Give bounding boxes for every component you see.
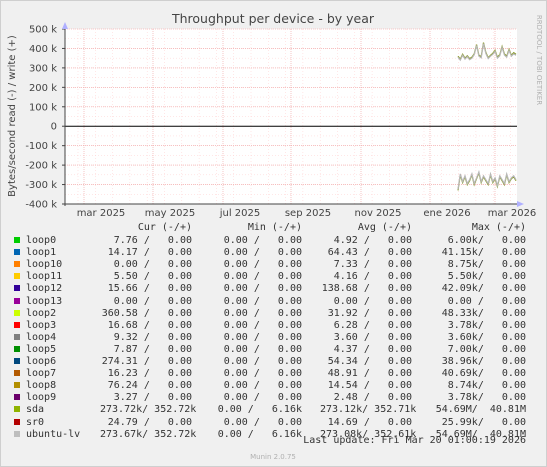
x-tick-label: may 2025	[145, 208, 195, 219]
x-tick-label: mar 2026	[488, 208, 537, 219]
y-tick-label: -100 k	[25, 141, 57, 152]
x-tick-label: sep 2025	[285, 208, 331, 219]
x-tick-label: jul 2025	[219, 208, 261, 219]
x-ticks: mar 2025 may 2025 jul 2025 sep 2025 nov 2025…	[77, 208, 537, 219]
rrdtool-credit: RRDTOOL / TOBI OETIKER	[535, 15, 543, 105]
y-tick-label: 500 k	[29, 25, 57, 36]
chart-title: Throughput per device - by year	[171, 11, 375, 26]
y-tick-label: -300 k	[25, 180, 57, 191]
y-tick-label: 400 k	[29, 44, 57, 55]
chart-svg: Throughput per device - by year Bytes/se…	[7, 11, 543, 461]
y-tick-label: 100 k	[29, 102, 57, 113]
y-tick-label: 0	[51, 122, 57, 133]
munin-version: Munin 2.0.75	[250, 453, 296, 461]
x-tick-label: mar 2025	[77, 208, 126, 219]
y-tick-label: 300 k	[29, 63, 57, 74]
x-axis-arrow	[517, 201, 524, 207]
y-tick-label: -200 k	[25, 161, 57, 172]
y-axis-arrow	[62, 22, 68, 29]
x-tick-label: ene 2026	[423, 208, 470, 219]
y-axis-label: Bytes/second read (-) / write (+)	[7, 35, 18, 197]
y-tick-label: -400 k	[25, 200, 57, 211]
x-tick-label: nov 2025	[354, 208, 401, 219]
y-tick-label: 200 k	[29, 83, 57, 94]
y-ticks: 500 k 400 k 300 k 200 k 100 k 0 -100 k -200 k -3…	[25, 25, 65, 211]
